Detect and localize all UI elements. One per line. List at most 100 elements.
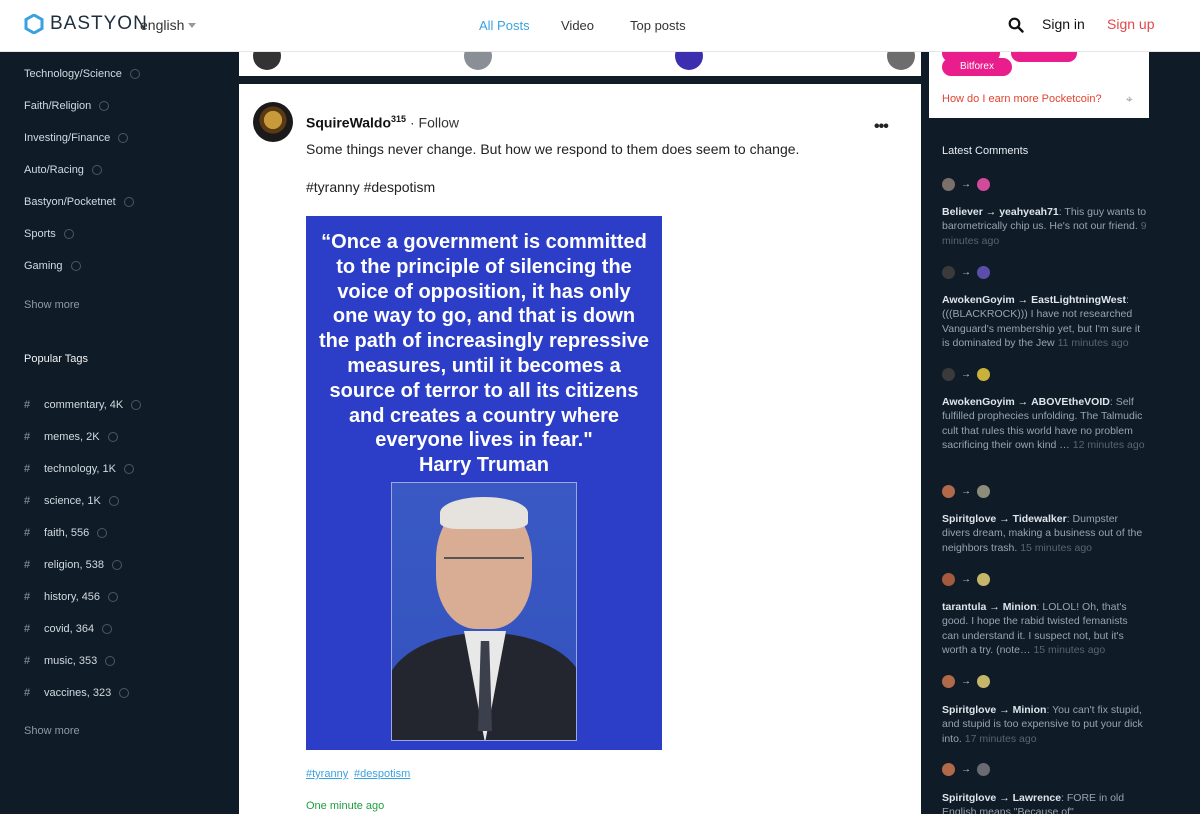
more-options-icon[interactable]: ••• [874,118,889,136]
tag-link-despotism[interactable]: #despotism [354,768,410,780]
tag-item[interactable]: # science, 1K [24,495,119,507]
language-label: english [140,17,185,33]
circle-icon [99,101,110,111]
arrow-icon: → [961,369,971,380]
comment-item[interactable]: Spiritglove → Tidewalker: Dumpster diver… [942,512,1147,555]
nav-top-posts[interactable]: Top posts [630,18,686,33]
author-avatar[interactable] [253,102,293,142]
bastyon-logo-icon [24,14,44,34]
avatar[interactable] [977,266,990,279]
sidebar-item-gaming[interactable]: Gaming [24,260,81,272]
avatar[interactable] [942,675,955,688]
hash-icon: # [24,655,31,667]
arrow-icon: → [961,574,971,585]
tag-link-tyranny[interactable]: #tyranny [306,768,348,780]
reputation-badge: 315 [391,114,407,124]
hash-icon: # [24,495,31,507]
arrow-icon: → [961,676,971,687]
avatar[interactable] [977,675,990,688]
circle-icon [119,688,130,698]
exchange-pill-bitforex[interactable]: Bitforex [942,58,1012,76]
post-author: SquireWaldo315 · Follow [306,114,459,131]
tag-item[interactable]: # music, 353 [24,655,116,667]
avatar[interactable] [942,763,955,776]
author-name[interactable]: SquireWaldo [306,115,391,131]
avatar[interactable] [977,763,990,776]
quote-text: “Once a government is committed to the p… [318,231,650,477]
sidebar-item-investing-finance[interactable]: Investing/Finance [24,132,129,144]
hash-icon: # [24,687,31,699]
sidebar-item-technology-science[interactable]: Technology/Science [24,68,140,80]
circle-icon [111,560,122,570]
avatar[interactable] [675,52,703,70]
nav-all-posts[interactable]: All Posts [479,18,530,33]
comment-item[interactable]: Spiritglove → Minion: You can't fix stup… [942,703,1147,746]
avatar[interactable] [942,178,955,191]
hash-icon: # [24,431,31,443]
avatar[interactable] [942,573,955,586]
avatar[interactable] [977,573,990,586]
pin-icon[interactable]: ⌖ [1126,92,1133,107]
popular-tags-heading: Popular Tags [24,353,89,365]
tag-item[interactable]: # religion, 538 [24,559,122,571]
circle-icon [131,400,142,410]
comment-item[interactable]: AwokenGoyim → ABOVEtheVOID: Self fulfill… [942,395,1147,452]
avatar[interactable] [942,368,955,381]
sidebar-item-bastyon-pocketnet[interactable]: Bastyon/Pocketnet [24,196,134,208]
hash-icon: # [24,623,31,635]
show-more-tags[interactable]: Show more [24,725,80,737]
avatar[interactable] [942,266,955,279]
hash-icon: # [24,559,31,571]
circle-icon [129,69,140,79]
tag-item[interactable]: # memes, 2K [24,431,118,443]
avatar[interactable] [464,52,492,70]
nav-video[interactable]: Video [561,18,594,33]
circle-icon [123,197,134,207]
avatar[interactable] [977,485,990,498]
tag-item[interactable]: # covid, 364 [24,623,113,635]
post-text: Some things never change. But how we res… [306,141,800,157]
avatar[interactable] [977,178,990,191]
circle-icon [91,165,102,175]
circle-icon [118,133,129,143]
circle-icon [123,464,134,474]
comment-item[interactable]: tarantula → Minion: LOLOL! Oh, that's go… [942,600,1147,657]
sign-in-button[interactable]: Sign in [1042,16,1085,32]
avatar[interactable] [253,52,281,70]
avatar[interactable] [887,52,915,70]
tag-item[interactable]: # history, 456 [24,591,119,603]
chevron-down-icon [188,22,197,28]
tag-item[interactable]: # technology, 1K [24,463,134,475]
sidebar-item-sports[interactable]: Sports [24,228,74,240]
earn-pocketcoin-link[interactable]: How do I earn more Pocketcoin? [942,93,1102,105]
comment-item[interactable]: Spiritglove → Lawrence: FORE in old Engl… [942,791,1147,814]
sidebar-item-faith-religion[interactable]: Faith/Religion [24,100,110,112]
hash-icon: # [24,591,31,603]
portrait-photo [391,482,577,741]
hash-icon: # [24,527,31,539]
circle-icon [97,528,108,538]
brand-name: BASTYON [50,13,148,34]
search-icon[interactable] [1008,17,1024,33]
follow-button[interactable]: · Follow [410,115,459,131]
hash-icon: # [24,463,31,475]
comment-item[interactable]: Believer → yeahyeah71: This guy wants to… [942,205,1147,248]
tag-item[interactable]: # faith, 556 [24,527,108,539]
comment-item[interactable]: AwokenGoyim → EastLightningWest: (((BLAC… [942,293,1147,350]
post-image[interactable]: “Once a government is committed to the p… [306,216,662,750]
exchange-pill[interactable] [1011,52,1077,62]
avatar[interactable] [977,368,990,381]
tag-item[interactable]: # commentary, 4K [24,399,142,411]
avatar[interactable] [942,485,955,498]
language-selector[interactable]: english [140,17,197,33]
sidebar-item-auto-racing[interactable]: Auto/Racing [24,164,102,176]
latest-comments-heading: Latest Comments [942,145,1029,157]
show-more-categories[interactable]: Show more [24,299,80,311]
sign-up-button[interactable]: Sign up [1107,16,1154,32]
tag-item[interactable]: # vaccines, 323 [24,687,130,699]
post-card: SquireWaldo315 · Follow ••• Some things … [239,84,921,814]
circle-icon [63,229,74,239]
top-header: BASTYON english All Posts Video Top post… [0,0,1200,52]
circle-icon [108,592,119,602]
brand-logo[interactable]: BASTYON [24,13,148,35]
